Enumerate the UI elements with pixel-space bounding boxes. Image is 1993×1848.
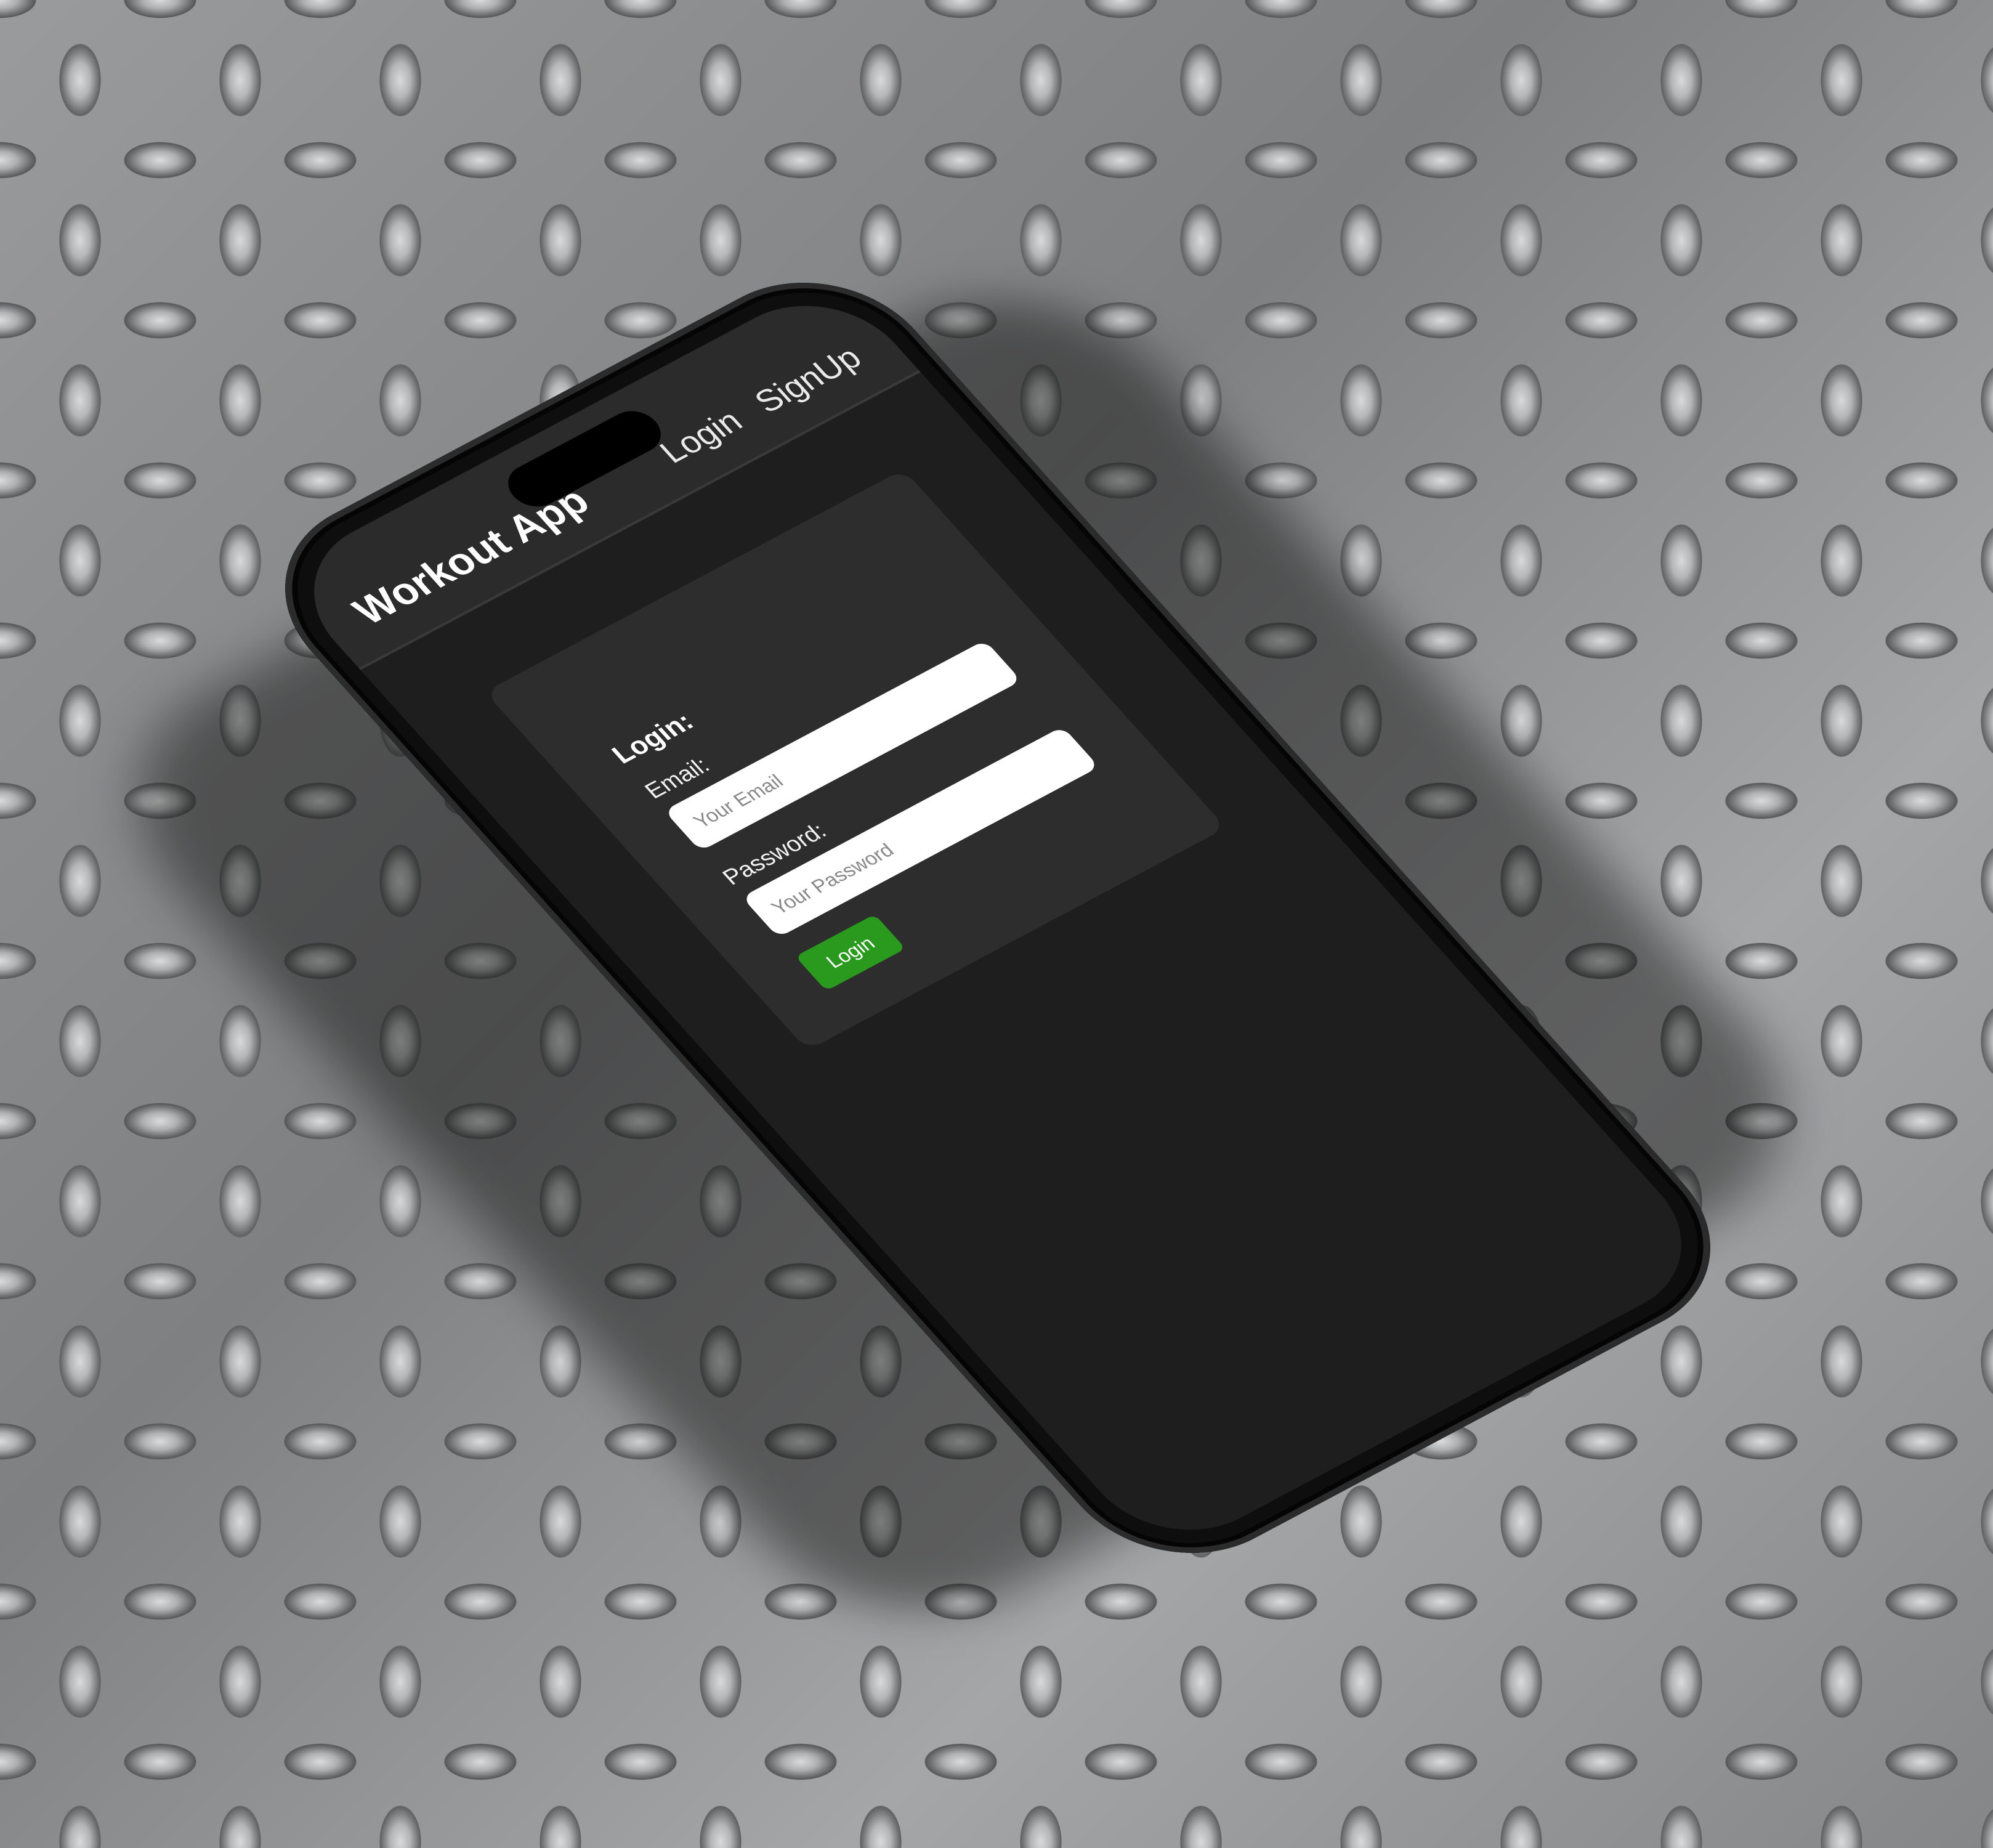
metal-background: Workout App Login SignUp Login: Email: P… [0, 0, 1993, 1848]
nav-signup-link[interactable]: SignUp [746, 339, 869, 420]
login-card: Login: Email: Password: Login [484, 469, 1226, 1051]
nav-login-link[interactable]: Login [652, 403, 750, 471]
nav-links: Login SignUp [652, 339, 870, 470]
app-brand[interactable]: Workout App [343, 478, 599, 633]
login-submit-button[interactable]: Login [795, 914, 906, 991]
